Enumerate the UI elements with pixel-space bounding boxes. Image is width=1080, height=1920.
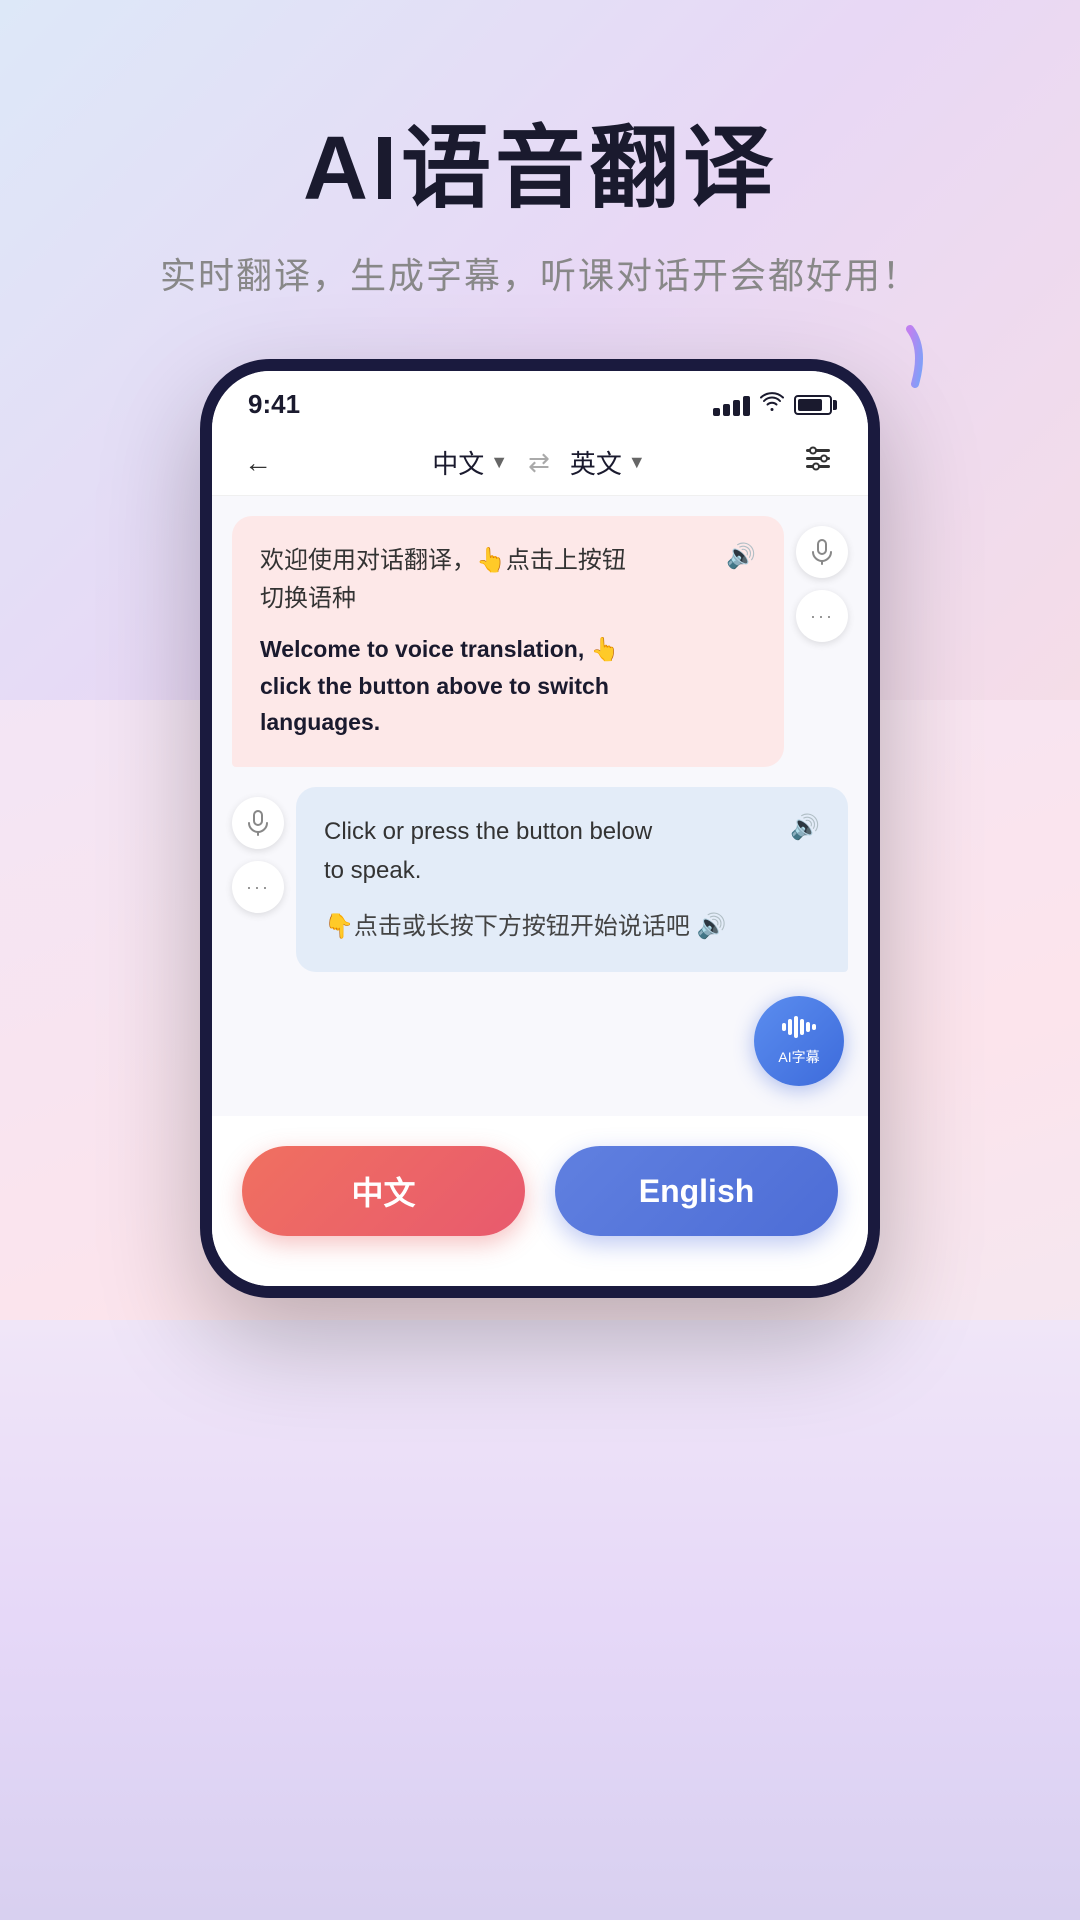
status-time: 9:41 — [248, 389, 300, 420]
source-lang-arrow: ▼ — [490, 452, 508, 473]
bubble-left-content: 欢迎使用对话翻译，👆点击上按钮切换语种 🔊 — [260, 542, 756, 619]
page-subtitle: 实时翻译，生成字幕，听课对话开会都好用！ — [0, 247, 1080, 299]
header: AI语音翻译 实时翻译，生成字幕，听课对话开会都好用！ — [0, 0, 1080, 299]
status-bar: 9:41 — [212, 371, 868, 430]
sound-icon-right[interactable]: 🔊 — [790, 813, 820, 842]
settings-icon[interactable] — [806, 446, 836, 479]
bottom-buttons: 中文 English — [212, 1116, 868, 1286]
page-title: AI语音翻译 — [0, 120, 1080, 219]
chinese-speak-button[interactable]: 中文 — [242, 1146, 525, 1236]
bubble-right-text-cn: 👇点击或长按下方按钮开始说话吧 🔊 — [324, 908, 820, 946]
bubble-left-text-cn: 欢迎使用对话翻译，👆点击上按钮切换语种 — [260, 542, 626, 619]
mic-button-left[interactable] — [232, 797, 284, 849]
bubble-right: Click or press the button belowto speak.… — [296, 787, 848, 972]
signal-bar-2 — [723, 404, 730, 416]
battery-fill — [798, 399, 822, 411]
action-buttons-right: ··· — [796, 526, 848, 642]
status-icons — [713, 392, 832, 418]
swap-icon[interactable]: ⇄ — [528, 447, 550, 478]
wifi-icon — [760, 392, 784, 418]
source-lang-button[interactable]: 中文 ▼ — [432, 444, 508, 481]
more-button-right[interactable]: ··· — [796, 590, 848, 642]
more-button-left[interactable]: ··· — [232, 861, 284, 913]
deco-arc — [840, 319, 930, 409]
bg-bottom — [0, 1320, 1080, 1920]
english-btn-label: English — [639, 1173, 755, 1210]
signal-icon — [713, 394, 750, 416]
ai-subtitle-label: AI字幕 — [778, 1047, 819, 1067]
target-lang-arrow: ▼ — [628, 452, 646, 473]
mic-button-right[interactable] — [796, 526, 848, 578]
battery-icon — [794, 395, 832, 415]
sound-icon-left[interactable]: 🔊 — [726, 542, 756, 571]
action-buttons-left: ··· — [232, 797, 284, 913]
signal-bar-3 — [733, 400, 740, 416]
toolbar: ← 中文 ▼ ⇄ 英文 ▼ — [212, 430, 868, 496]
bubble-left: 欢迎使用对话翻译，👆点击上按钮切换语种 🔊 Welcome to voice t… — [232, 516, 784, 767]
toolbar-center: 中文 ▼ ⇄ 英文 ▼ — [432, 444, 645, 481]
chat-area: 欢迎使用对话翻译，👆点击上按钮切换语种 🔊 Welcome to voice t… — [212, 496, 868, 1116]
bubble-right-wrap: ··· Click or press the button belowto sp… — [296, 787, 848, 972]
signal-bar-1 — [713, 408, 720, 416]
target-lang-button[interactable]: 英文 ▼ — [570, 444, 646, 481]
back-button[interactable]: ← — [244, 447, 272, 479]
bubble-left-text-en: Welcome to voice translation, 👆click the… — [260, 631, 756, 741]
ai-subtitle-button[interactable]: AI字幕 — [754, 996, 844, 1086]
chinese-btn-label: 中文 — [351, 1168, 415, 1214]
bubble-right-content: Click or press the button belowto speak.… — [324, 813, 820, 890]
target-lang-label: 英文 — [570, 444, 622, 481]
signal-bar-4 — [743, 396, 750, 416]
bubble-left-wrap: 欢迎使用对话翻译，👆点击上按钮切换语种 🔊 Welcome to voice t… — [232, 516, 784, 767]
bubble-cn-text: 欢迎使用对话翻译，👆点击上按钮切换语种 — [260, 547, 626, 612]
phone-frame: 9:41 — [200, 359, 880, 1298]
english-speak-button[interactable]: English — [555, 1146, 838, 1236]
bubble-right-text-en: Click or press the button belowto speak. — [324, 813, 780, 890]
source-lang-label: 中文 — [432, 444, 484, 481]
phone-mockup: 9:41 — [180, 359, 900, 1298]
ai-subtitle-wave-icon — [782, 1016, 816, 1043]
